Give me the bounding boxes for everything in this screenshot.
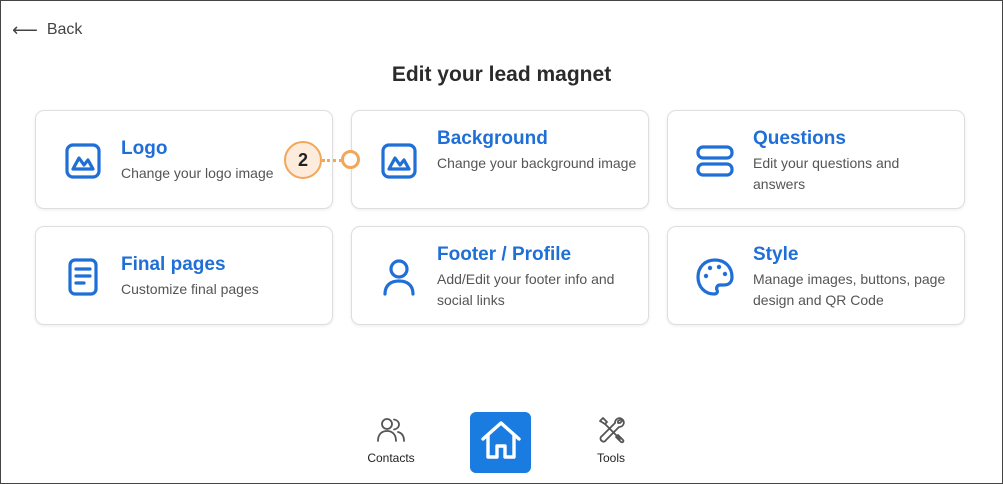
user-icon	[379, 257, 419, 297]
card-background[interactable]: Background Change your background image	[351, 110, 649, 209]
step-callout-badge: 2	[284, 141, 322, 179]
home-icon	[479, 418, 523, 467]
card-title: Background	[437, 128, 548, 149]
home-button[interactable]	[470, 412, 531, 473]
palette-icon	[695, 257, 735, 297]
nav-tools-label: Tools	[596, 451, 625, 465]
page-title: Edit your lead magnet	[391, 63, 612, 86]
card-title: Style	[753, 244, 799, 265]
nav-contacts-label: Contacts	[367, 451, 415, 465]
questions-icon	[695, 141, 735, 181]
callout-target-dot	[341, 150, 360, 169]
bottom-nav: Contacts Tools	[1, 405, 1002, 475]
card-questions[interactable]: Questions Edit your questions and answer…	[667, 110, 965, 209]
card-description: Add/Edit your footer info and social lin…	[437, 271, 615, 308]
card-title: Footer / Profile	[437, 244, 572, 265]
back-label: Back	[46, 21, 83, 38]
nav-tools[interactable]: Tools	[571, 415, 651, 465]
back-link[interactable]: ⟵ Back	[12, 21, 82, 39]
card-final-pages[interactable]: Final pages Customize final pages	[35, 226, 333, 325]
card-description: Customize final pages	[121, 281, 259, 297]
back-arrow-icon: ⟵	[12, 20, 38, 40]
callout-connector	[322, 159, 342, 162]
card-description: Edit your questions and answers	[753, 155, 900, 192]
card-title: Final pages	[121, 254, 226, 275]
tools-icon	[571, 415, 651, 445]
card-description: Manage images, buttons, page design and …	[753, 271, 946, 308]
card-description: Change your background image	[437, 155, 637, 171]
image-icon	[379, 141, 419, 181]
contacts-icon	[351, 415, 431, 445]
card-style[interactable]: Style Manage images, buttons, page desig…	[667, 226, 965, 325]
card-title: Questions	[753, 128, 846, 149]
nav-contacts[interactable]: Contacts	[351, 415, 431, 465]
image-icon	[63, 141, 103, 181]
document-icon	[63, 257, 103, 297]
card-footer-profile[interactable]: Footer / Profile Add/Edit your footer in…	[351, 226, 649, 325]
app-frame: ⟵ Back Edit your lead magnet Logo Change…	[0, 0, 1003, 484]
